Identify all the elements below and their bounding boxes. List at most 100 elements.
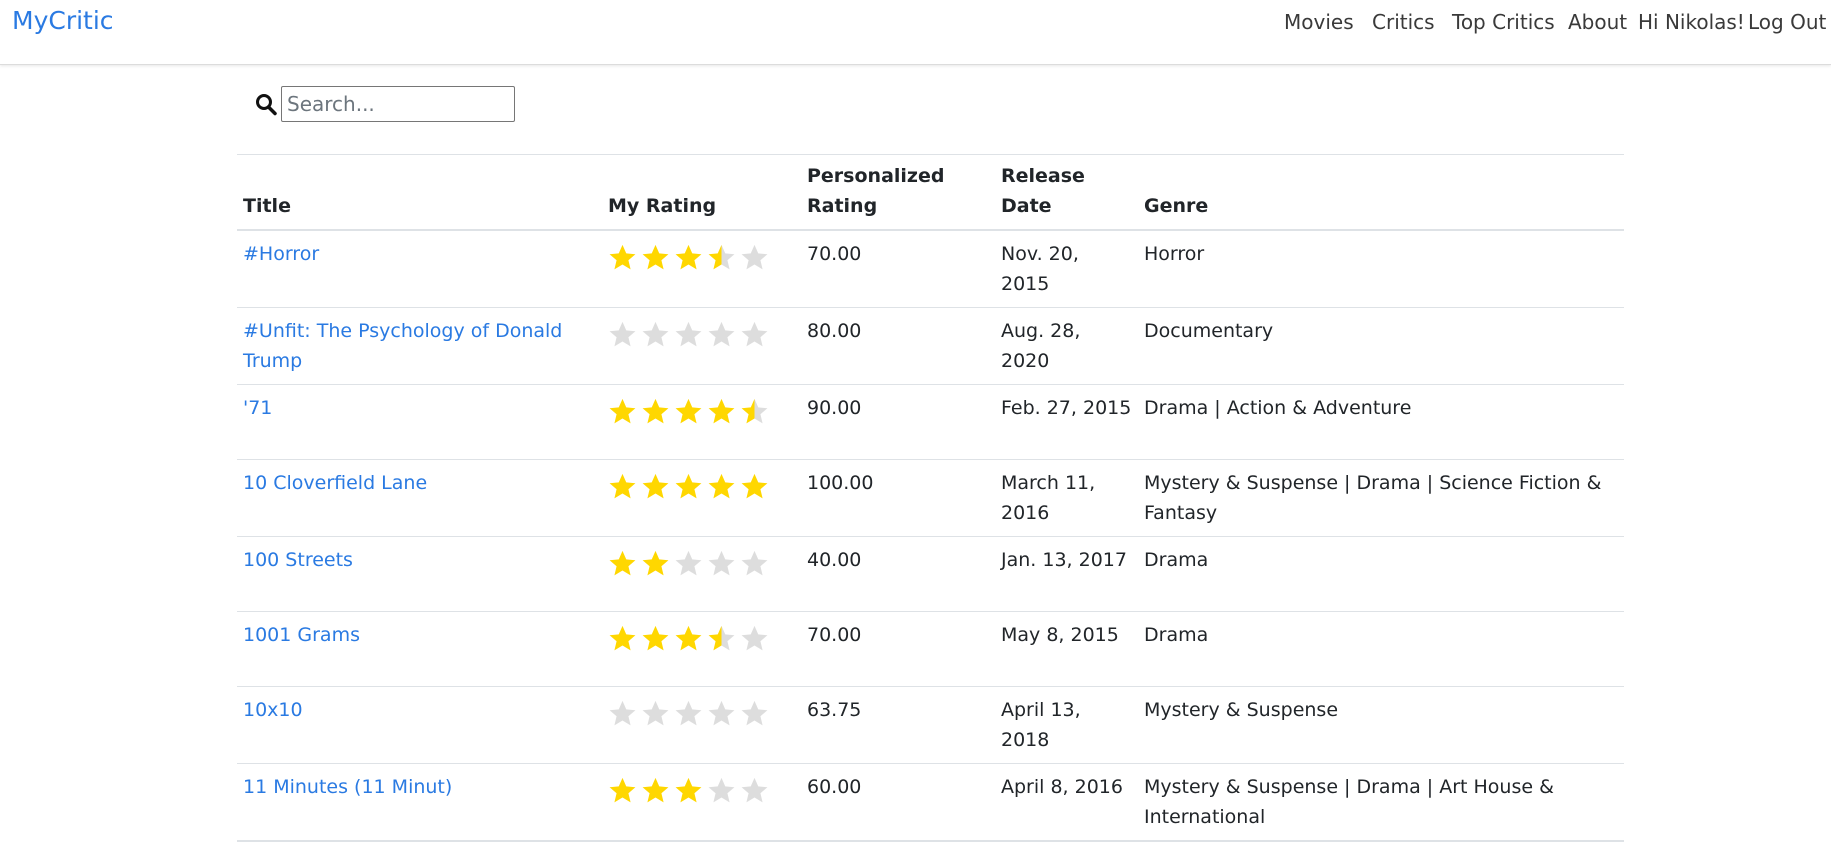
star-rating[interactable] (608, 620, 795, 653)
cell-my-rating (602, 611, 801, 687)
star-icon[interactable] (740, 320, 769, 349)
table-row: 100 Streets 40.00 Jan. 13, 2017 Drama (237, 536, 1624, 612)
cell-my-rating (602, 384, 801, 460)
movie-title-link[interactable]: #Unfit: The Psychology of Donald Trump (243, 320, 562, 372)
star-rating[interactable] (608, 468, 795, 501)
cell-title: 11 Minutes (11 Minut) (237, 763, 602, 842)
nav-logout[interactable]: Log Out (1748, 8, 1826, 36)
nav-critics[interactable]: Critics (1372, 8, 1435, 36)
cell-release-date: Jan. 13, 2017 (995, 536, 1138, 612)
cell-title: #Unfit: The Psychology of Donald Trump (237, 307, 602, 385)
star-icon[interactable] (707, 699, 736, 728)
header-personalized-line1: Personalized (807, 165, 945, 187)
star-icon[interactable] (740, 776, 769, 805)
star-icon[interactable] (608, 320, 637, 349)
cell-title: 10 Cloverfield Lane (237, 459, 602, 537)
cell-my-rating (602, 459, 801, 537)
movie-title-link[interactable]: 10x10 (243, 699, 303, 721)
star-icon[interactable] (641, 397, 670, 426)
cell-genre: Drama (1138, 611, 1624, 687)
star-rating[interactable] (608, 393, 795, 426)
star-icon[interactable] (740, 699, 769, 728)
star-icon[interactable] (707, 549, 736, 578)
cell-personalized-rating: 100.00 (801, 459, 995, 537)
star-icon[interactable] (674, 549, 703, 578)
table-row: #Horror 70.00 Nov. 20, 2015 Horror (237, 229, 1624, 308)
movie-title-link[interactable]: 1001 Grams (243, 624, 360, 646)
star-icon[interactable] (608, 776, 637, 805)
star-icon[interactable] (740, 243, 769, 272)
star-icon[interactable] (674, 397, 703, 426)
movie-title-link[interactable]: 10 Cloverfield Lane (243, 472, 427, 494)
nav-movies[interactable]: Movies (1284, 8, 1354, 36)
star-icon[interactable] (608, 243, 637, 272)
star-icon[interactable] (641, 624, 670, 653)
star-icon[interactable] (740, 397, 769, 426)
star-icon[interactable] (608, 549, 637, 578)
cell-genre: Horror (1138, 229, 1624, 308)
star-icon[interactable] (674, 699, 703, 728)
star-icon[interactable] (641, 776, 670, 805)
star-icon[interactable] (641, 472, 670, 501)
star-rating[interactable] (608, 545, 795, 578)
star-icon[interactable] (707, 624, 736, 653)
star-icon[interactable] (608, 624, 637, 653)
star-icon[interactable] (707, 243, 736, 272)
cell-personalized-rating: 40.00 (801, 536, 995, 612)
nav-about[interactable]: About (1568, 8, 1627, 36)
cell-title: 100 Streets (237, 536, 602, 612)
nav-top-critics[interactable]: Top Critics (1452, 8, 1555, 36)
cell-personalized-rating: 63.75 (801, 686, 995, 764)
star-icon[interactable] (674, 472, 703, 501)
cell-my-rating (602, 536, 801, 612)
star-icon[interactable] (707, 472, 736, 501)
header-my-rating[interactable]: My Rating (602, 154, 801, 231)
cell-genre: Documentary (1138, 307, 1624, 385)
star-icon[interactable] (707, 776, 736, 805)
star-icon[interactable] (641, 320, 670, 349)
star-icon[interactable] (641, 243, 670, 272)
header-personalized-rating[interactable]: Personalized Rating (801, 154, 995, 231)
movie-title-link[interactable]: '71 (243, 397, 272, 419)
navbar: MyCritic Movies Critics Top Critics Abou… (0, 0, 1831, 65)
star-icon[interactable] (608, 472, 637, 501)
star-icon[interactable] (674, 320, 703, 349)
brand-logo[interactable]: MyCritic (12, 5, 114, 37)
star-icon[interactable] (641, 549, 670, 578)
star-icon[interactable] (740, 472, 769, 501)
cell-personalized-rating: 60.00 (801, 763, 995, 842)
cell-my-rating (602, 686, 801, 764)
cell-title: 10x10 (237, 686, 602, 764)
cell-personalized-rating: 80.00 (801, 307, 995, 385)
cell-personalized-rating: 90.00 (801, 384, 995, 460)
cell-my-rating (602, 229, 801, 308)
search-input[interactable] (281, 86, 515, 122)
cell-release-date: May 8, 2015 (995, 611, 1138, 687)
table-header-row: Title My Rating Personalized Rating Relea… (237, 154, 1624, 231)
star-icon[interactable] (608, 397, 637, 426)
header-title[interactable]: Title (237, 154, 602, 231)
star-icon[interactable] (707, 397, 736, 426)
cell-genre: Mystery & Suspense | Drama | Art House &… (1138, 763, 1624, 842)
star-icon[interactable] (674, 624, 703, 653)
star-icon[interactable] (674, 243, 703, 272)
cell-release-date: March 11, 2016 (995, 459, 1138, 537)
movie-title-link[interactable]: #Horror (243, 243, 319, 265)
movie-title-link[interactable]: 100 Streets (243, 549, 353, 571)
star-icon[interactable] (608, 699, 637, 728)
star-icon[interactable] (641, 699, 670, 728)
movie-title-link[interactable]: 11 Minutes (11 Minut) (243, 776, 452, 798)
star-rating[interactable] (608, 695, 795, 728)
star-rating[interactable] (608, 239, 795, 272)
star-icon[interactable] (740, 549, 769, 578)
star-icon[interactable] (740, 624, 769, 653)
star-icon[interactable] (707, 320, 736, 349)
star-icon[interactable] (674, 776, 703, 805)
star-rating[interactable] (608, 772, 795, 805)
cell-release-date: Aug. 28, 2020 (995, 307, 1138, 385)
table-row: 10x10 63.75 April 13, 2018 Mystery & Suspen… (237, 686, 1624, 764)
header-release-date[interactable]: Release Date (995, 154, 1138, 231)
header-genre[interactable]: Genre (1138, 154, 1624, 231)
star-rating[interactable] (608, 316, 795, 349)
table-row: '71 90.00 Feb. 27, 2015 Drama | Action & Ad… (237, 384, 1624, 460)
